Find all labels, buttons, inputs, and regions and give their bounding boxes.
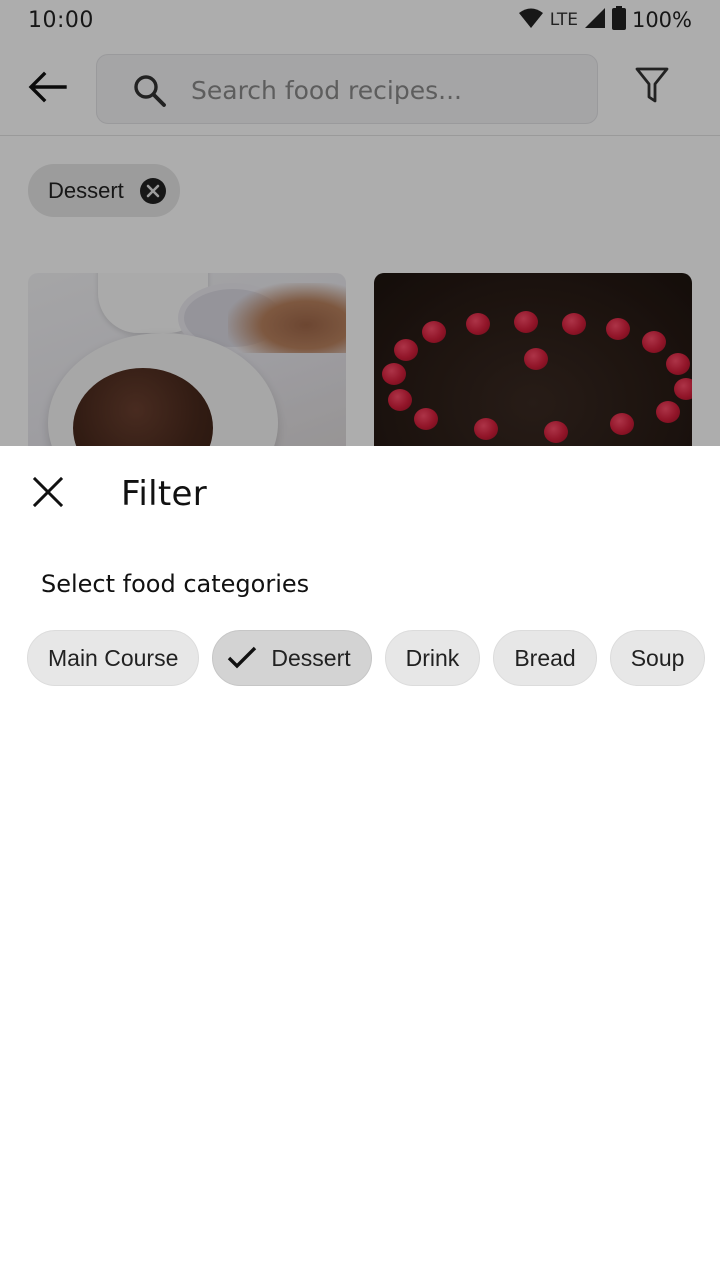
modal-scrim[interactable]	[0, 0, 720, 446]
category-chip-drink[interactable]: Drink	[384, 630, 481, 686]
category-chip-dessert[interactable]: Dessert	[212, 630, 372, 686]
category-chip-label: Drink	[405, 644, 460, 671]
close-icon	[32, 476, 64, 513]
category-chip-label: Soup	[630, 644, 685, 671]
category-chip-label: Bread	[514, 644, 576, 671]
filter-bottom-sheet: Filter Select food categories Main Cours…	[0, 446, 720, 1280]
category-chip-main-course[interactable]: Main Course	[27, 630, 200, 686]
check-icon	[225, 641, 259, 675]
category-chip-bread[interactable]: Bread	[493, 630, 597, 686]
recipes-screen: 10:00 LTE 100% Search food recipes... De…	[0, 0, 720, 446]
sheet-title: Filter	[121, 474, 208, 514]
category-chip-group: Main Course Dessert Drink Bread Soup	[27, 630, 706, 686]
category-chip-soup[interactable]: Soup	[609, 630, 706, 686]
category-chip-label: Dessert	[271, 644, 351, 671]
category-chip-label: Main Course	[48, 644, 179, 671]
close-button[interactable]	[22, 468, 74, 520]
section-label: Select food categories	[41, 570, 310, 598]
